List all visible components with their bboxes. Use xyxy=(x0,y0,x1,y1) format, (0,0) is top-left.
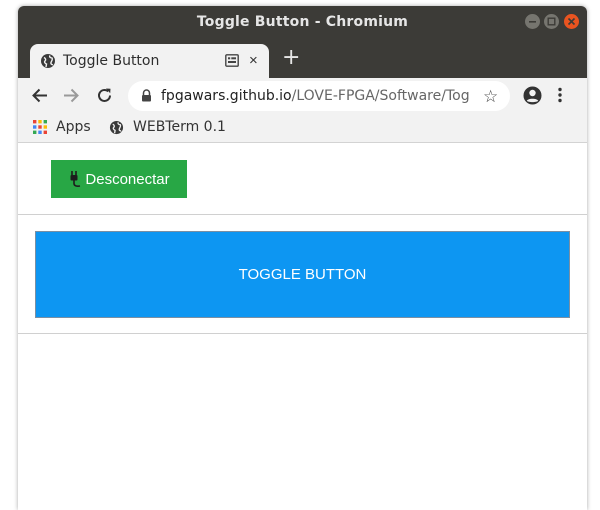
bookmark-apps[interactable]: Apps xyxy=(33,119,91,135)
bookmark-webterm[interactable]: WEBTerm 0.1 xyxy=(109,119,226,135)
tab-toggle-button[interactable]: Toggle Button × xyxy=(30,44,269,78)
tab-close-button[interactable]: × xyxy=(249,53,258,68)
minimize-button[interactable] xyxy=(525,14,540,29)
toggle-panel: TOGGLE BUTTON xyxy=(18,214,587,334)
media-router-icon[interactable] xyxy=(225,54,239,72)
lock-icon[interactable] xyxy=(141,89,152,107)
account-icon[interactable] xyxy=(523,86,542,110)
disconnect-button[interactable]: Desconectar xyxy=(51,160,187,198)
title-bar: Toggle Button - Chromium xyxy=(18,6,587,38)
close-icon xyxy=(567,17,576,26)
plug-icon xyxy=(68,170,82,188)
bookmark-star-icon[interactable]: ☆ xyxy=(483,87,498,107)
bookmarks-bar: Apps WEBTerm 0.1 xyxy=(18,114,587,143)
browser-toolbar: fpgawars.github.io/LOVE-FPGA/Software/To… xyxy=(18,78,587,114)
tab-title: Toggle Button xyxy=(63,53,160,69)
bookmark-label: Apps xyxy=(56,119,91,135)
address-bar[interactable]: fpgawars.github.io/LOVE-FPGA/Software/To… xyxy=(128,81,510,111)
toggle-button-label: TOGGLE BUTTON xyxy=(238,266,367,283)
minimize-icon xyxy=(529,21,536,23)
globe-icon xyxy=(40,53,56,74)
menu-kebab-icon[interactable] xyxy=(558,87,562,108)
url-host: fpgawars.github.io xyxy=(161,88,292,104)
window-title: Toggle Button - Chromium xyxy=(196,14,409,30)
globe-icon xyxy=(109,120,124,135)
toggle-button[interactable]: TOGGLE BUTTON xyxy=(35,231,570,318)
apps-grid-icon xyxy=(33,120,47,134)
url-path: /LOVE-FPGA/Software/Tog... xyxy=(291,88,471,104)
forward-arrow-icon[interactable] xyxy=(63,87,80,109)
bookmark-label: WEBTerm 0.1 xyxy=(133,119,226,135)
url-text[interactable]: fpgawars.github.io/LOVE-FPGA/Software/To… xyxy=(161,88,471,104)
new-tab-button[interactable]: + xyxy=(282,47,300,69)
close-window-button[interactable] xyxy=(564,14,579,29)
page-content: Desconectar TOGGLE BUTTON xyxy=(18,143,587,510)
back-arrow-icon[interactable] xyxy=(31,87,48,109)
maximize-button[interactable] xyxy=(544,14,559,29)
browser-window: Toggle Button - Chromium Toggle Button ×… xyxy=(18,6,587,510)
reload-icon[interactable] xyxy=(96,87,113,109)
disconnect-button-label: Desconectar xyxy=(85,170,170,188)
maximize-icon xyxy=(547,17,556,26)
tab-strip: Toggle Button × + xyxy=(18,38,587,78)
